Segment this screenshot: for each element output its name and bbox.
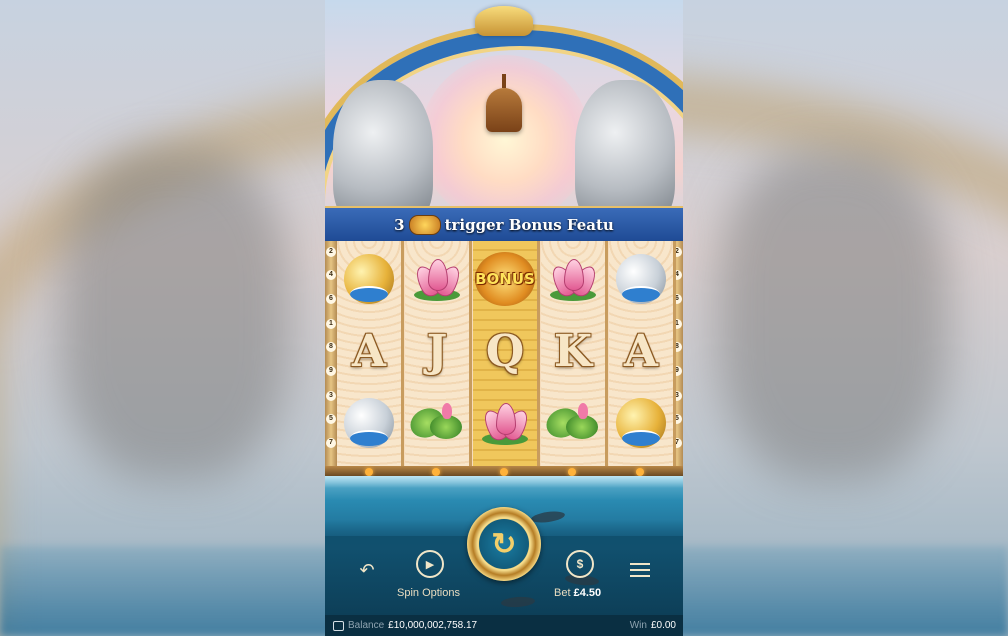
status-bar: Balance £10,000,002,758.17 Win £0.00 (325, 615, 683, 636)
play-icon[interactable]: ▶ (416, 550, 444, 578)
lamp (568, 468, 576, 476)
back-icon[interactable]: ↶ (357, 560, 377, 580)
bell-icon (486, 74, 522, 132)
gold-koi-icon (344, 254, 394, 304)
payline-number: 5 (326, 414, 336, 424)
lotus-icon (547, 257, 601, 301)
bonus-label: BONUS (475, 270, 535, 288)
lotus-leaf-icon (405, 401, 464, 445)
card-letter: Q (485, 325, 525, 377)
card-letter: K (553, 325, 593, 377)
payline-number: 4 (326, 270, 336, 280)
coin-icon[interactable]: $ (566, 550, 594, 578)
symbol-card: A (337, 315, 401, 387)
symbol-lotus (405, 243, 469, 315)
reel-column: BONUS Q (473, 241, 540, 466)
card-letter: A (623, 325, 659, 377)
payline-number: 9 (326, 366, 336, 376)
gold-koi-icon (616, 398, 666, 448)
banner-text: trigger Bonus Featu (444, 216, 614, 234)
roof-crest (475, 6, 533, 36)
spin-icon: ↻ (479, 519, 529, 569)
symbol-card: K (541, 315, 605, 387)
payline-number: 8 (326, 342, 336, 352)
lotus-leaf-icon (541, 401, 600, 445)
spin-button[interactable]: ↻ (467, 507, 541, 581)
lotus-icon (479, 401, 533, 445)
menu-icon[interactable] (630, 563, 650, 577)
reel-column: J (405, 241, 472, 466)
balance-label: Balance (348, 620, 385, 631)
paylines-left: 2 4 6 1 8 9 3 5 7 (325, 241, 337, 466)
reel-column: A (337, 241, 404, 466)
bet-label: Bet (554, 587, 571, 599)
payline-number: 7 (326, 438, 336, 448)
symbol-lotus-leaf (541, 387, 605, 459)
bonus-icon: BONUS (475, 252, 535, 306)
balance-value: £10,000,002,758.17 (388, 620, 478, 631)
bet-value: £4.50 (573, 587, 602, 599)
reel-column: A (609, 241, 676, 466)
bet-display[interactable]: Bet £4.50 (554, 587, 601, 599)
symbol-gold-koi (609, 387, 673, 459)
symbol-card: J (405, 315, 469, 387)
spin-options-label[interactable]: Spin Options (397, 587, 460, 599)
symbol-gold-koi (337, 243, 401, 315)
lamp (500, 468, 508, 476)
silver-koi-icon (616, 254, 666, 304)
symbol-lotus (541, 243, 605, 315)
payline-number: 6 (326, 294, 336, 304)
card-letter: A (351, 325, 387, 377)
bonus-info-banner: 3 trigger Bonus Featu (325, 206, 683, 244)
lamp (365, 468, 373, 476)
win-value: £0.00 (650, 620, 676, 631)
lamp (636, 468, 644, 476)
reel-grid: 246189357 246189357 A J BONUS Q K A (325, 241, 683, 466)
symbol-silver-koi (337, 387, 401, 459)
payline-number: 3 (326, 391, 336, 401)
payline-number: 1 (326, 319, 336, 329)
silver-koi-icon (344, 398, 394, 448)
lotus-icon (411, 257, 465, 301)
win-label: Win (629, 620, 647, 631)
symbol-lotus-leaf (405, 387, 469, 459)
payline-number: 2 (326, 247, 336, 257)
bonus-chip-icon (408, 215, 441, 235)
reel-column: K (541, 241, 608, 466)
lamp (432, 468, 440, 476)
symbol-card: Q (473, 315, 537, 387)
game-viewport: 3 trigger Bonus Featu 2 4 6 1 8 9 3 5 7 2 4 6 1 8 9 3 5… (325, 0, 683, 636)
wallet-icon (333, 620, 344, 631)
banner-count: 3 (394, 216, 405, 234)
symbol-bonus: BONUS (473, 243, 537, 315)
card-letter: J (426, 325, 448, 377)
symbol-card: A (609, 315, 673, 387)
symbol-silver-koi (609, 243, 673, 315)
symbol-lotus (473, 387, 537, 459)
temple-gate-scene (325, 0, 683, 296)
